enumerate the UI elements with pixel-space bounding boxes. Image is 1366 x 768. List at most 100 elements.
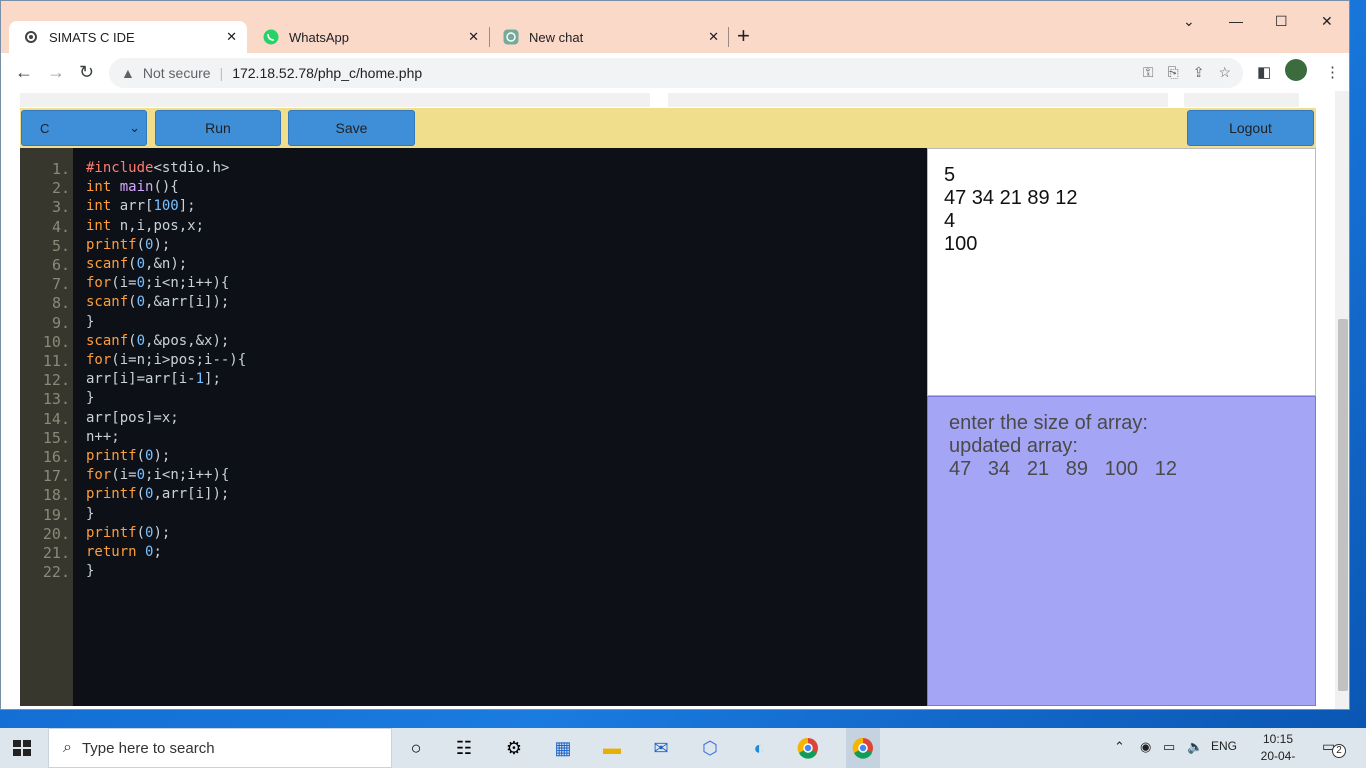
input-language[interactable]: ENG (1211, 739, 1237, 753)
menu-kebab-icon[interactable]: ⋮ (1325, 63, 1340, 81)
code-line: } (86, 505, 95, 522)
settings-gear-icon (23, 29, 39, 45)
3d-box-icon[interactable]: ⬡ (698, 737, 722, 759)
battery-icon[interactable]: ▭ (1163, 739, 1175, 755)
horizontal-scrollbar[interactable] (1184, 93, 1299, 107)
divider: | (219, 65, 224, 81)
address-bar[interactable]: ▲ Not secure | 172.18.52.78/php_c/home.p… (109, 58, 1243, 88)
line-number: 21. (42, 544, 70, 562)
clock[interactable]: 10:15 20-04-2023 (1248, 731, 1308, 768)
line-number: 17. (42, 467, 70, 486)
ide-toolbar: C ⌄ Run Save Logout (20, 108, 1316, 148)
stdin-input-panel[interactable]: 5 47 34 21 89 12 4 100 (927, 148, 1316, 396)
code-line: printf(0); (86, 448, 171, 464)
logout-button[interactable]: Logout (1187, 110, 1314, 146)
side-panel-icon[interactable]: ◧ (1257, 63, 1271, 81)
bookmark-star-icon[interactable]: ☆ (1218, 64, 1231, 81)
code-line: printf(0,arr[i]); (86, 486, 230, 503)
line-number: 16. (42, 448, 70, 466)
language-select[interactable]: C ⌄ (21, 110, 147, 146)
line-number: 5. (51, 236, 70, 255)
tab-separator (728, 27, 729, 47)
cortana-icon[interactable]: ○ (404, 737, 428, 759)
tab-label: WhatsApp (289, 29, 349, 45)
code-line: printf(0); (86, 524, 171, 541)
run-button[interactable]: Run (155, 110, 281, 146)
file-explorer-icon[interactable]: ▬ (600, 737, 624, 759)
forward-arrow-icon[interactable]: → (47, 62, 65, 82)
browser-toolbar: ← → ↻ ▲ Not secure | 172.18.52.78/php_c/… (1, 53, 1349, 91)
line-number: 18. (42, 486, 70, 505)
code-editor[interactable]: 1. 2. 3. 4. 5. 6. 7. 8. 9. 10. 11. 12. 13. 14. 15. 16. 1… (20, 148, 927, 706)
meet-now-icon[interactable]: ◉ (1140, 739, 1151, 755)
maximize-button[interactable]: ☐ (1275, 13, 1288, 30)
notification-count-badge: 2 (1332, 744, 1346, 758)
code-line: n++; (86, 428, 120, 445)
key-icon[interactable]: ⚿ (1143, 64, 1154, 81)
chevron-down-icon: ⌄ (129, 120, 140, 135)
windows-taskbar: ⌕ Type here to search ○ ☷ ⚙ ▦ ▬ ✉ ⬡ ◐ ⌃ … (0, 728, 1366, 768)
chrome-active-icon[interactable] (846, 728, 880, 768)
settings-gear-icon[interactable]: ⚙ (502, 737, 526, 759)
line-number: 14. (42, 409, 70, 428)
new-tab-button[interactable]: + (737, 25, 750, 47)
code-line: return 0; (86, 544, 162, 560)
code-line: } (86, 563, 95, 580)
notification-center-icon[interactable]: ▭ 2 (1322, 738, 1346, 758)
code-line: arr[i]=arr[i-1]; (86, 371, 221, 388)
horizontal-scrollbar[interactable] (668, 93, 1168, 107)
line-number: 8. (51, 294, 70, 313)
line-number: 3. (51, 198, 70, 217)
chevron-up-icon[interactable]: ⌃ (1114, 739, 1125, 755)
code-line: scanf(0,&n); (86, 256, 188, 272)
tab-search-chevron-icon[interactable]: ⌄ (1183, 13, 1195, 30)
volume-muted-icon[interactable]: 🔈 (1187, 739, 1203, 755)
line-number: 11. (42, 352, 70, 370)
close-window-button[interactable]: ✕ (1321, 13, 1333, 30)
share-icon[interactable]: ⇪ (1193, 64, 1205, 81)
mail-icon[interactable]: ✉ (649, 737, 673, 759)
page-content: C ⌄ Run Save Logout 1. 2. 3. 4. 5. 6. 7. 8. 9. 10… (1, 91, 1335, 709)
save-button[interactable]: Save (288, 110, 415, 146)
code-line: #include<stdio.h> (86, 160, 230, 176)
clock-time: 10:15 (1262, 732, 1294, 746)
microsoft-store-icon[interactable]: ▦ (551, 737, 575, 759)
chrome-icon[interactable] (796, 737, 820, 759)
code-line: for(i=0;i<n;i++){ (86, 275, 230, 292)
close-tab-icon[interactable]: ✕ (226, 29, 237, 45)
code-line: scanf(0,&pos,&x); (86, 332, 230, 349)
code-line: arr[pos]=x; (86, 409, 179, 426)
input-line: 4 (944, 210, 956, 232)
taskbar-search-input[interactable]: ⌕ Type here to search (48, 728, 392, 768)
translate-icon[interactable]: ⎘ (1168, 64, 1179, 81)
horizontal-scrollbar[interactable] (20, 93, 650, 107)
output-line: updated array: (949, 435, 1078, 457)
minimize-button[interactable]: — (1229, 13, 1243, 29)
search-icon: ⌕ (63, 739, 72, 756)
code-line: scanf(0,&arr[i]); (86, 294, 230, 311)
line-number: 4. (51, 217, 70, 236)
input-line: 47 34 21 89 12 (944, 187, 1078, 209)
vertical-scrollbar[interactable] (1335, 91, 1349, 709)
profile-avatar[interactable] (1285, 59, 1307, 81)
tab-new-chat[interactable]: New chat ✕ (489, 21, 729, 53)
windows-start-icon[interactable] (10, 736, 34, 760)
line-number: 6. (51, 256, 70, 274)
scrollbar-thumb[interactable] (1338, 319, 1348, 691)
output-panel: enter the size of array: updated array: 47… (927, 396, 1316, 706)
close-tab-icon[interactable]: ✕ (468, 29, 479, 45)
reload-icon[interactable]: ↻ (79, 62, 94, 82)
edge-browser-icon[interactable]: ◐ (747, 737, 771, 759)
tab-label: New chat (529, 29, 584, 45)
browser-window: SIMATS C IDE ✕ WhatsApp ✕ New chat ✕ + ⌄… (0, 0, 1350, 710)
tab-simats-ide[interactable]: SIMATS C IDE ✕ (9, 21, 247, 53)
tab-whatsapp[interactable]: WhatsApp ✕ (249, 21, 489, 53)
tab-label: SIMATS C IDE (49, 29, 135, 45)
security-status: Not secure (142, 65, 211, 81)
task-view-icon[interactable]: ☷ (452, 737, 476, 759)
close-tab-icon[interactable]: ✕ (708, 29, 719, 45)
line-number: 15. (42, 428, 70, 447)
warning-triangle-icon: ▲ (121, 65, 135, 81)
back-arrow-icon[interactable]: ← (15, 62, 33, 82)
output-line: enter the size of array: (949, 412, 1148, 434)
